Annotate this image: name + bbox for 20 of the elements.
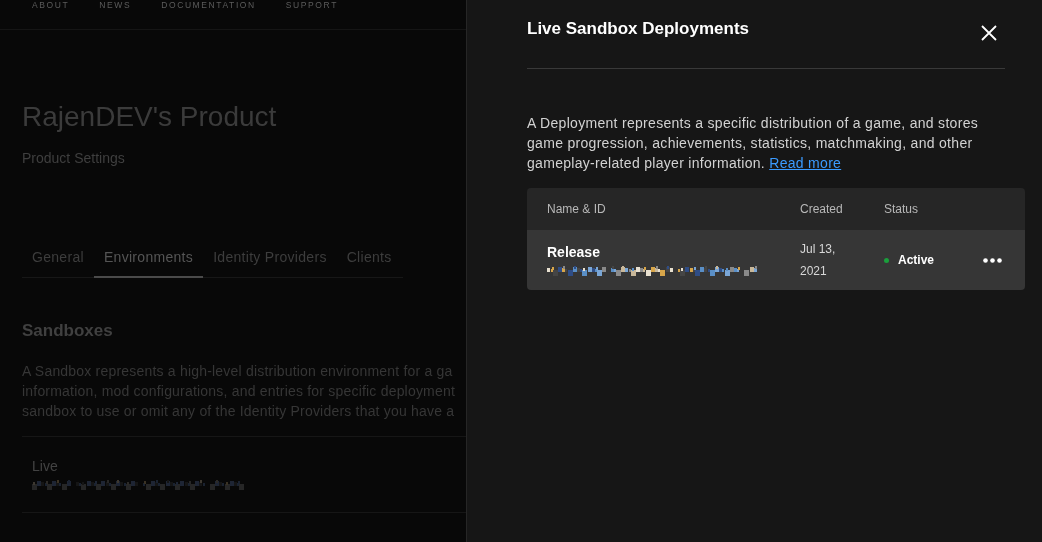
column-header: Created xyxy=(800,201,844,217)
column-header: Status xyxy=(884,201,920,217)
nav-link[interactable]: ABOUT xyxy=(32,0,70,11)
sandbox-name: Live xyxy=(32,457,59,476)
status-label: Active xyxy=(898,252,935,268)
section-heading: Sandboxes xyxy=(22,320,114,342)
ellipsis-icon xyxy=(983,257,1002,263)
created-date: Jul 13, 2021 xyxy=(800,241,837,280)
deployment-description: A Deployment represents a specific distribution of a game, and stores game progression, achievements, statistics, matchmaking, and other gameplay-related player information. Read more xyxy=(527,114,980,173)
column-header: Name & ID xyxy=(547,201,607,217)
close-icon xyxy=(981,25,997,41)
nav-link[interactable]: NEWS xyxy=(99,0,132,11)
deployment-name: Release xyxy=(547,243,601,261)
nav-link[interactable]: DOCUMENTATION xyxy=(161,0,256,11)
close-button[interactable] xyxy=(981,25,997,41)
read-more-link[interactable]: Read more xyxy=(769,155,842,171)
settings-tab[interactable]: Environments xyxy=(93,237,204,278)
table-row[interactable]: Release Jul 13, 2021 Active xyxy=(527,230,1025,290)
nav-link[interactable]: SUPPORT xyxy=(285,0,338,11)
drawer-title: Live Sandbox Deployments xyxy=(527,18,749,40)
